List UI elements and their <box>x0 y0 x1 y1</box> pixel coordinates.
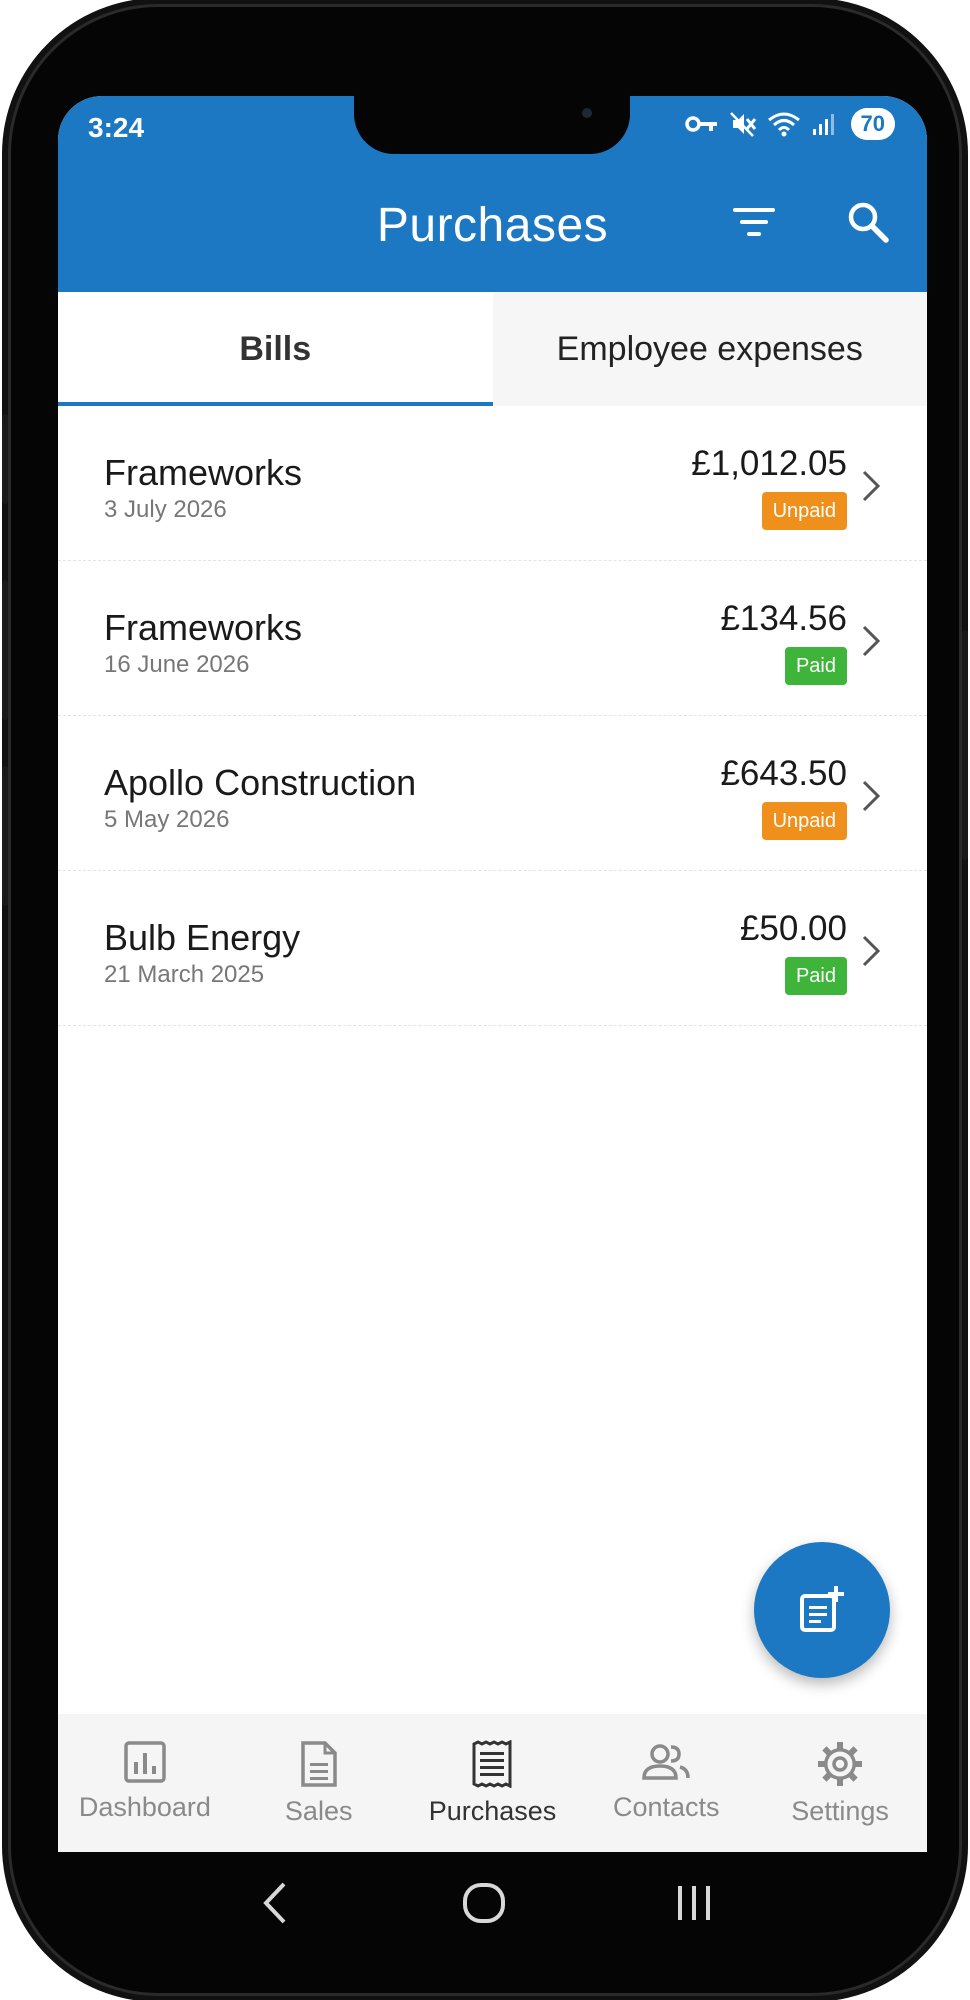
chevron-right-icon <box>862 780 881 812</box>
bill-date: 21 March 2025 <box>104 961 265 988</box>
dashboard-icon <box>124 1741 166 1783</box>
volume-down-button <box>2 766 8 906</box>
bill-supplier: Bulb Energy <box>104 917 301 958</box>
tab-bills[interactable]: Bills <box>58 292 493 406</box>
phone-frame: 3:24 70 Purchases Bills Employee expense… <box>2 4 968 1996</box>
bill-row[interactable]: Frameworks 3 July 2026 £1,012.05 Unpaid <box>58 406 927 561</box>
recents-icon <box>678 1886 711 1920</box>
add-bill-button[interactable] <box>754 1542 890 1678</box>
chevron-right-icon <box>862 935 881 967</box>
search-button[interactable] <box>836 190 900 254</box>
system-navigation <box>50 1848 919 1958</box>
nav-label: Settings <box>791 1796 889 1826</box>
receipt-icon <box>472 1740 512 1788</box>
chevron-right-icon <box>862 470 881 502</box>
nav-label: Contacts <box>613 1792 720 1822</box>
chevron-right-icon <box>862 625 881 657</box>
bill-supplier: Apollo Construction <box>104 762 417 803</box>
home-button[interactable] <box>454 1873 514 1933</box>
home-icon <box>463 1883 506 1923</box>
mute-icon <box>729 112 756 137</box>
status-badge: Paid <box>784 957 847 995</box>
bill-amount: £643.50 <box>720 754 847 793</box>
signal-icon <box>812 114 834 135</box>
nav-label: Sales <box>284 1796 353 1826</box>
search-icon <box>848 202 889 243</box>
bill-row[interactable]: Apollo Construction 5 May 2026 £643.50 U… <box>58 716 927 871</box>
volume-up-button <box>2 580 8 720</box>
bill-amount: £1,012.05 <box>691 444 847 483</box>
filter-icon <box>733 208 775 236</box>
bill-supplier: Frameworks <box>104 607 303 648</box>
recents-button[interactable] <box>664 1873 724 1933</box>
bill-date: 5 May 2026 <box>104 806 230 833</box>
back-button[interactable] <box>245 1873 305 1933</box>
status-badge: Unpaid <box>761 802 847 840</box>
bill-amount: £50.00 <box>739 909 847 948</box>
people-icon <box>642 1744 691 1780</box>
bill-amount: £134.56 <box>720 599 847 638</box>
camera-notch <box>354 96 630 154</box>
side-button <box>2 414 8 504</box>
document-icon <box>300 1741 337 1787</box>
wifi-icon <box>767 112 800 137</box>
tab-bar: Bills Employee expenses <box>58 292 927 406</box>
screen: 3:24 70 Purchases Bills Employee expense… <box>58 96 927 1852</box>
nav-label: Dashboard <box>78 1792 211 1822</box>
nav-contacts[interactable]: Contacts <box>579 1714 753 1852</box>
camera-icon <box>582 108 592 118</box>
nav-dashboard[interactable]: Dashboard <box>58 1714 232 1852</box>
bills-list: Frameworks 3 July 2026 £1,012.05 Unpaid … <box>58 406 927 1026</box>
bottom-navigation: Dashboard Sales Purchases Contacts Setti… <box>58 1714 927 1852</box>
filter-button[interactable] <box>722 190 786 254</box>
page-title: Purchases <box>376 199 609 252</box>
app-bar: Purchases <box>58 158 927 292</box>
status-time: 3:24 <box>88 112 145 143</box>
nav-settings[interactable]: Settings <box>753 1714 927 1852</box>
bill-row[interactable]: Bulb Energy 21 March 2025 £50.00 Paid <box>58 871 927 1026</box>
status-bar: 3:24 70 <box>58 96 927 158</box>
status-icons: 70 <box>684 108 895 140</box>
gear-icon <box>818 1742 863 1786</box>
status-badge: Paid <box>784 647 847 685</box>
battery-level: 70 <box>850 108 895 140</box>
add-bill-icon <box>800 1586 844 1632</box>
bill-row[interactable]: Frameworks 16 June 2026 £134.56 Paid <box>58 561 927 716</box>
status-badge: Unpaid <box>761 492 847 530</box>
bill-date: 16 June 2026 <box>104 651 250 678</box>
nav-purchases[interactable]: Purchases <box>406 1714 580 1852</box>
nav-label: Purchases <box>428 1796 557 1826</box>
vpn-key-icon <box>684 116 717 132</box>
back-icon <box>263 1882 286 1924</box>
tab-employee-expenses[interactable]: Employee expenses <box>493 292 928 406</box>
bill-date: 3 July 2026 <box>104 496 227 523</box>
bill-supplier: Frameworks <box>104 452 303 493</box>
power-button <box>962 630 968 860</box>
nav-sales[interactable]: Sales <box>232 1714 406 1852</box>
